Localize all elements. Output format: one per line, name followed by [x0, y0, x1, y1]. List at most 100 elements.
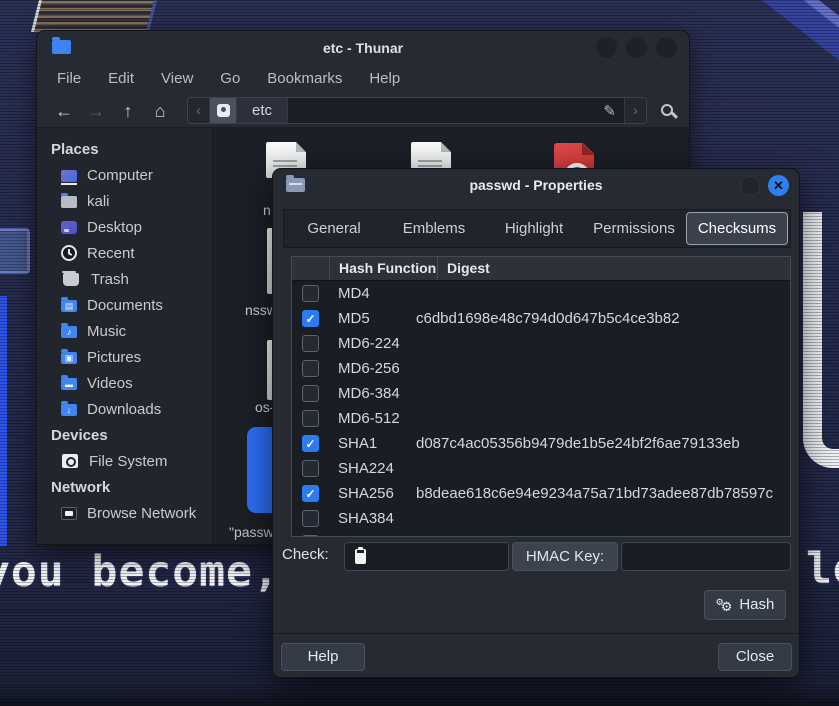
sidebar-item-documents[interactable]: Documents — [51, 292, 212, 318]
checkbox-unchecked[interactable] — [302, 285, 319, 302]
menu-go[interactable]: Go — [220, 70, 240, 87]
sidebar-item-trash[interactable]: Trash — [51, 266, 212, 292]
menu-view[interactable]: View — [161, 70, 193, 87]
hash-function-name: MD6-512 — [319, 410, 416, 427]
check-label: Check: — [282, 546, 329, 563]
table-row-sha384[interactable]: SHA384 — [292, 506, 790, 531]
minimize-button[interactable] — [596, 37, 617, 58]
sidebar-item-desktop[interactable]: Desktop — [51, 214, 212, 240]
checkbox-unchecked[interactable] — [302, 360, 319, 377]
menubar: File Edit View Go Bookmarks Help — [37, 64, 689, 94]
dialog-maximize-button[interactable] — [740, 176, 760, 196]
edit-path-icon[interactable]: ✎ — [595, 102, 624, 120]
sidebar-item-videos[interactable]: Videos — [51, 370, 212, 396]
sidebar-item-downloads[interactable]: Downloads — [51, 396, 212, 422]
menu-edit[interactable]: Edit — [108, 70, 134, 87]
menu-bookmarks[interactable]: Bookmarks — [267, 70, 342, 87]
pictures-folder-icon — [61, 352, 77, 364]
dialog-close-icon[interactable]: ✕ — [768, 175, 789, 196]
documents-folder-icon — [61, 300, 77, 312]
sidebar-item-label: Documents — [87, 297, 163, 314]
checkbox-unchecked[interactable] — [302, 535, 319, 537]
menu-help[interactable]: Help — [369, 70, 400, 87]
hash-function-name: MD4 — [319, 285, 416, 302]
tab-emblems[interactable]: Emblems — [384, 210, 484, 247]
checkbox-unchecked[interactable] — [302, 510, 319, 527]
table-row-md6-224[interactable]: MD6-224 — [292, 331, 790, 356]
table-row-sha256[interactable]: ✓SHA256b8deae618c6e94e9234a75a71bd73adee… — [292, 481, 790, 506]
checkbox-unchecked[interactable] — [302, 410, 319, 427]
tab-highlight[interactable]: Highlight — [484, 210, 584, 247]
sidebar-item-pictures[interactable]: Pictures — [51, 344, 212, 370]
table-row-md6-256[interactable]: MD6-256 — [292, 356, 790, 381]
sidebar-item-browse-network[interactable]: Browse Network — [51, 500, 212, 526]
tab-bar: GeneralEmblemsHighlightPermissionsChecks… — [283, 209, 791, 248]
sidebar-item-label: Recent — [87, 245, 135, 262]
menu-file[interactable]: File — [57, 70, 81, 87]
table-row-md6-512[interactable]: MD6-512 — [292, 406, 790, 431]
home-button[interactable]: ⌂ — [147, 98, 173, 124]
table-row-md6-384[interactable]: MD6-384 — [292, 381, 790, 406]
clipboard-icon[interactable] — [355, 549, 366, 564]
desktop-icon — [61, 221, 77, 234]
sidebar-item-kali[interactable]: kali — [51, 188, 212, 214]
table-row-md4[interactable]: MD4 — [292, 281, 790, 306]
checkbox-unchecked[interactable] — [302, 460, 319, 477]
dialog-titlebar[interactable]: passwd - Properties — [273, 169, 799, 201]
checkbox-unchecked[interactable] — [302, 335, 319, 352]
table-row-md5[interactable]: ✓MD5c6dbd1698e48c794d0d647b5c4ce3b82 — [292, 306, 790, 331]
table-row-sha224[interactable]: SHA224 — [292, 456, 790, 481]
sidebar-item-label: kali — [87, 193, 110, 210]
thunar-titlebar[interactable]: etc - Thunar — [37, 31, 689, 64]
hash-function-name: SHA256 — [319, 485, 416, 502]
sidebar-item-label: Desktop — [87, 219, 142, 236]
up-button[interactable]: ↑ — [115, 98, 141, 124]
tab-checksums[interactable]: Checksums — [686, 212, 788, 245]
hmac-key-input[interactable] — [621, 542, 791, 571]
sidebar-item-music[interactable]: Music — [51, 318, 212, 344]
table-row-sha1[interactable]: ✓SHA1d087c4ac05356b9479de1b5e24bf2f6ae79… — [292, 431, 790, 456]
path-bar[interactable]: ‹ etc ✎ › — [187, 97, 647, 124]
digest-value: c6dbd1698e48c794d0d647b5c4ce3b82 — [416, 310, 790, 327]
close-button[interactable] — [656, 37, 677, 58]
digest-value: d087c4ac05356b9479de1b5e24bf2f6ae79133eb — [416, 435, 790, 452]
hmac-key-button[interactable]: HMAC Key: — [512, 542, 618, 571]
sidebar-item-file-system[interactable]: File System — [51, 448, 212, 474]
back-button[interactable]: ← — [51, 98, 77, 124]
table-header: Hash Function Digest — [292, 257, 790, 281]
tab-general[interactable]: General — [284, 210, 384, 247]
root-drive-button[interactable] — [210, 98, 237, 123]
table-row-sha512[interactable]: SHA512 — [292, 531, 790, 537]
sidebar-item-recent[interactable]: Recent — [51, 240, 212, 266]
check-input[interactable] — [344, 542, 509, 571]
checkbox-checked[interactable]: ✓ — [302, 435, 319, 452]
sidebar-header-network: Network — [51, 479, 212, 496]
hash-function-name: SHA224 — [319, 460, 416, 477]
dialog-separator — [273, 633, 800, 634]
hash-button[interactable]: ⚙⚙Hash — [704, 590, 786, 620]
statusbar-text: "passw — [229, 524, 274, 540]
sidebar-item-computer[interactable]: Computer — [51, 162, 212, 188]
checkbox-unchecked[interactable] — [302, 385, 319, 402]
maximize-button[interactable] — [626, 37, 647, 58]
downloads-folder-icon — [61, 404, 77, 416]
close-button[interactable]: Close — [718, 643, 792, 671]
hash-function-name: SHA384 — [319, 510, 416, 527]
file-label[interactable]: n — [263, 202, 271, 218]
properties-dialog: passwd - Properties ✕ GeneralEmblemsHigh… — [272, 168, 800, 678]
path-scroll-left-button[interactable]: ‹ — [188, 98, 210, 123]
forward-button[interactable]: → — [83, 98, 109, 124]
checkbox-checked[interactable]: ✓ — [302, 485, 319, 502]
path-scroll-right-button[interactable]: › — [624, 98, 646, 123]
search-icon[interactable] — [661, 104, 673, 116]
checkbox-checked[interactable]: ✓ — [302, 310, 319, 327]
computer-icon — [61, 170, 77, 182]
tab-permissions[interactable]: Permissions — [584, 210, 684, 247]
digest-value: b8deae618c6e94e9234a75a71bd73adee87db785… — [416, 485, 790, 502]
checksum-table: Hash Function Digest MD4✓MD5c6dbd1698e48… — [291, 256, 791, 537]
help-button[interactable]: Help — [281, 643, 365, 671]
path-location-button[interactable]: etc — [237, 98, 288, 123]
network-icon — [61, 507, 77, 520]
check-row: Check: HMAC Key: — [273, 542, 800, 572]
hash-function-name: MD5 — [319, 310, 416, 327]
